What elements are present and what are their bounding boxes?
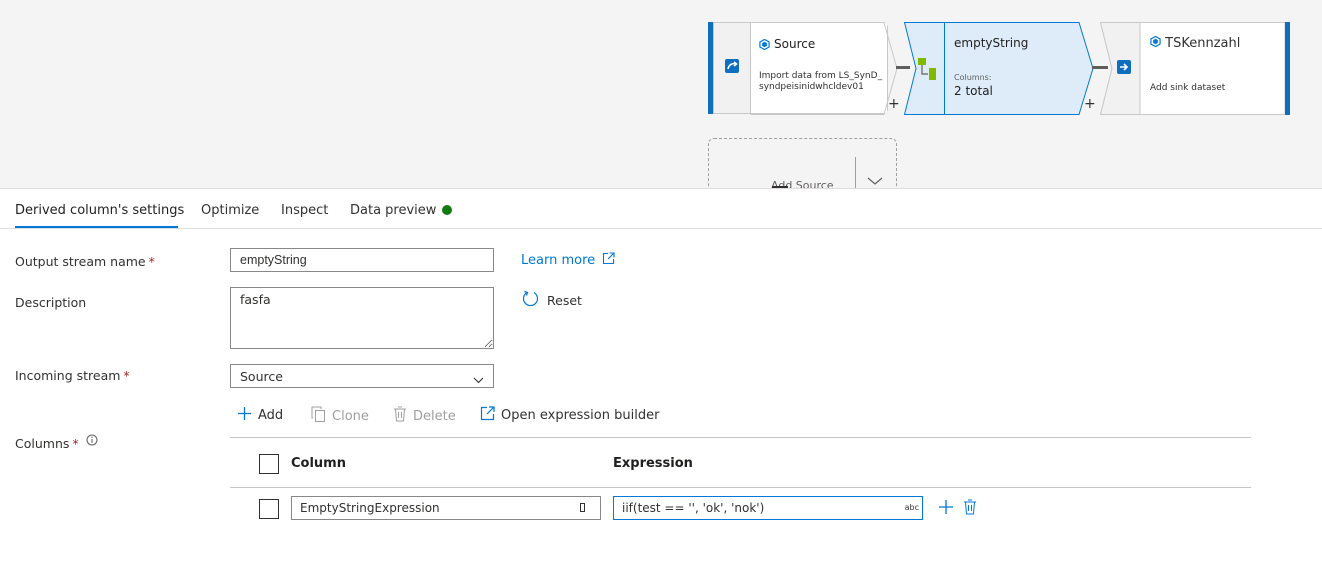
required-mark: * bbox=[123, 368, 130, 383]
column-picker-icon bbox=[580, 503, 585, 512]
columns-label-text: Columns bbox=[15, 436, 70, 451]
derived-column-icon bbox=[916, 56, 938, 86]
chevron-down-icon[interactable] bbox=[866, 175, 884, 188]
add-after-source-icon[interactable]: + bbox=[888, 96, 900, 112]
type-badge: abc bbox=[904, 503, 919, 512]
settings-tabs: Derived column's settings Optimize Inspe… bbox=[0, 188, 1322, 229]
select-all-checkbox[interactable] bbox=[259, 454, 279, 474]
sink-node-subtitle: Add sink dataset bbox=[1150, 83, 1226, 93]
tab-data-preview[interactable]: Data preview bbox=[350, 203, 453, 218]
output-stream-input[interactable] bbox=[230, 248, 494, 272]
refresh-icon bbox=[522, 290, 539, 310]
sink-transform-icon bbox=[1116, 59, 1132, 79]
delete-column-button[interactable]: Delete bbox=[393, 406, 456, 426]
learn-more-link[interactable]: Learn more bbox=[521, 252, 615, 269]
table-top-rule bbox=[230, 437, 1251, 438]
output-stream-label-text: Output stream name bbox=[15, 254, 146, 269]
reset-label: Reset bbox=[547, 292, 582, 308]
tab-data-preview-label: Data preview bbox=[350, 203, 437, 218]
status-dot-icon bbox=[442, 205, 453, 215]
dataset-hex-icon bbox=[1150, 35, 1161, 48]
expression-value: iif(test == '', 'ok', 'nok') bbox=[622, 501, 765, 515]
output-stream-label: Output stream name * bbox=[15, 254, 155, 269]
column-name-input[interactable]: EmptyStringExpression bbox=[291, 496, 601, 520]
clone-label: Clone bbox=[332, 408, 369, 424]
required-mark: * bbox=[72, 436, 79, 451]
column-name-value: EmptyStringExpression bbox=[300, 501, 440, 515]
incoming-stream-label: Incoming stream * bbox=[15, 368, 130, 383]
delete-label: Delete bbox=[413, 408, 456, 424]
external-link-icon bbox=[602, 252, 615, 269]
source-transform-icon bbox=[724, 58, 740, 78]
trash-icon bbox=[393, 406, 407, 426]
info-icon[interactable] bbox=[86, 434, 98, 449]
source-node-arrow bbox=[750, 22, 898, 115]
expression-input[interactable]: iif(test == '', 'ok', 'nok') abc bbox=[613, 496, 923, 520]
sink-node-title: TSKennzahl bbox=[1165, 36, 1241, 51]
tab-optimize[interactable]: Optimize bbox=[201, 203, 259, 218]
external-link-icon bbox=[480, 406, 495, 425]
clone-column-button[interactable]: Clone bbox=[311, 406, 369, 426]
add-after-derived-icon[interactable]: + bbox=[1084, 96, 1096, 112]
description-textarea[interactable]: fasfa bbox=[230, 287, 494, 349]
sink-node-body[interactable]: TSKennzahl Add sink dataset bbox=[1150, 35, 1280, 93]
open-expression-builder-button[interactable]: Open expression builder bbox=[480, 406, 659, 425]
plus-icon bbox=[237, 406, 252, 425]
active-tab-indicator bbox=[15, 226, 178, 228]
derived-node-columns-value: 2 total bbox=[954, 84, 993, 98]
tab-inspect[interactable]: Inspect bbox=[281, 203, 328, 218]
tab-derived-column-settings[interactable]: Derived column's settings bbox=[15, 203, 184, 218]
table-header-rule bbox=[230, 487, 1251, 488]
add-source-placeholder[interactable]: Add Source bbox=[708, 138, 897, 188]
copy-icon bbox=[311, 406, 326, 426]
delete-row-icon[interactable] bbox=[963, 499, 977, 519]
incoming-stream-label-text: Incoming stream bbox=[15, 368, 121, 383]
expression-header: Expression bbox=[613, 456, 693, 471]
row-checkbox[interactable] bbox=[259, 499, 279, 519]
reset-button[interactable]: Reset bbox=[522, 290, 582, 310]
incoming-stream-select[interactable]: Source bbox=[230, 364, 494, 388]
chevron-down-icon bbox=[473, 372, 484, 387]
add-row-icon[interactable] bbox=[938, 499, 954, 519]
dataflow-canvas[interactable]: Source Import data from LS_SynD_syndpeis… bbox=[0, 0, 1322, 188]
columns-label: Columns * bbox=[15, 434, 98, 451]
source-node-icon-panel bbox=[713, 22, 751, 114]
required-mark: * bbox=[148, 254, 155, 269]
column-header: Column bbox=[291, 456, 346, 471]
incoming-stream-value: Source bbox=[240, 369, 283, 384]
derived-node-body[interactable]: emptyString Columns: 2 total bbox=[954, 36, 1084, 98]
add-label: Add bbox=[258, 408, 284, 423]
add-source-divider bbox=[855, 157, 856, 188]
learn-more-text: Learn more bbox=[521, 253, 596, 268]
derived-node-columns-label: Columns: bbox=[954, 73, 992, 82]
description-label: Description bbox=[15, 295, 87, 310]
derived-node-title: emptyString bbox=[954, 36, 1029, 50]
add-column-button[interactable]: Add bbox=[237, 406, 283, 425]
open-builder-label: Open expression builder bbox=[501, 408, 660, 423]
